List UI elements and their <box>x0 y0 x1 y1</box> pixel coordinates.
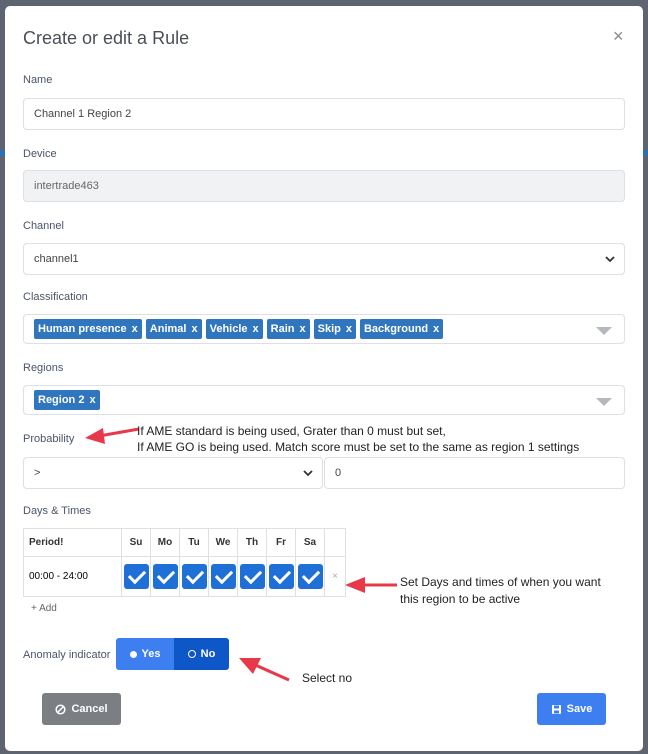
day-cell <box>121 556 151 597</box>
channel-label: Channel <box>23 220 64 232</box>
regions-label: Regions <box>23 362 64 374</box>
tag-label: Skip <box>317 323 341 335</box>
classification-label: Classification <box>23 291 88 303</box>
anomaly-note: Select no <box>302 671 353 685</box>
cancel-icon <box>55 703 67 715</box>
days-times-note-line2: this region to be active <box>400 592 521 606</box>
channel-select[interactable]: channel1 <box>23 243 625 275</box>
chevron-down-icon <box>303 470 313 477</box>
days-times-table: Period! Su Mo Tu We Th Fr Sa 00:00 - 24:… <box>23 528 346 597</box>
checkbox-thursday[interactable] <box>239 564 265 589</box>
anomaly-yes-button[interactable]: Yes <box>116 638 174 670</box>
cancel-button[interactable]: Cancel <box>42 693 121 725</box>
tag-label: Rain <box>270 323 295 335</box>
remove-tag-icon[interactable]: x <box>253 323 259 335</box>
probability-value: 0 <box>335 467 342 479</box>
day-header: Su <box>121 528 151 557</box>
yes-label: Yes <box>141 648 161 660</box>
day-cell <box>266 556 296 597</box>
modal-title: Create or edit a Rule <box>23 28 190 48</box>
name-input[interactable]: Channel 1 Region 2 <box>23 98 625 130</box>
probability-note-line1: If AME standard is being used, Grater th… <box>137 424 446 438</box>
tag-label: Region 2 <box>38 394 85 406</box>
day-cell <box>179 556 209 597</box>
tag-vehicle[interactable]: Vehicle x <box>205 319 263 339</box>
name-value: Channel 1 Region 2 <box>34 108 132 120</box>
tag-rain[interactable]: Rain x <box>266 319 310 339</box>
table-row: 00:00 - 24:00 × <box>23 556 346 597</box>
anomaly-no-button[interactable]: No <box>174 638 229 670</box>
day-header: Fr <box>266 528 296 557</box>
dropdown-caret-icon[interactable] <box>596 327 612 335</box>
tag-label: Background <box>363 323 429 335</box>
radio-dot-icon <box>129 650 137 658</box>
no-label: No <box>200 648 216 660</box>
remove-tag-icon[interactable]: x <box>132 323 138 335</box>
checkbox-monday[interactable] <box>152 564 178 589</box>
close-icon[interactable]: × <box>613 26 624 47</box>
remove-tag-icon[interactable]: x <box>89 394 95 406</box>
channel-value: channel1 <box>34 253 79 265</box>
remove-tag-icon[interactable]: x <box>346 323 352 335</box>
probability-value-input[interactable]: 0 <box>324 457 625 489</box>
day-header: Mo <box>150 528 180 557</box>
tag-animal[interactable]: Animal x <box>145 319 202 339</box>
arrow-icon <box>345 577 397 593</box>
day-header: Th <box>237 528 267 557</box>
checkbox-sunday[interactable] <box>123 564 149 589</box>
device-value: intertrade463 <box>34 180 99 192</box>
radio-ring-icon <box>187 650 196 658</box>
days-times-note-line1: Set Days and times of when you want <box>400 575 601 589</box>
period-cell[interactable]: 00:00 - 24:00 <box>23 556 122 597</box>
day-cell <box>150 556 180 597</box>
tag-label: Human presence <box>38 323 127 335</box>
tag-skip[interactable]: Skip x <box>313 319 356 339</box>
remove-tag-icon[interactable]: x <box>299 323 305 335</box>
arrow-icon <box>85 427 140 444</box>
day-header: Sa <box>295 528 325 557</box>
device-label: Device <box>23 148 57 160</box>
day-cell <box>208 556 238 597</box>
empty-header <box>324 528 346 557</box>
device-input: intertrade463 <box>23 170 625 202</box>
tag-human-presence[interactable]: Human presence x <box>34 319 142 339</box>
save-button[interactable]: Save <box>537 693 606 725</box>
probability-note-line2: If AME GO is being used. Match score mus… <box>137 440 580 454</box>
tag-label: Animal <box>149 323 187 335</box>
classification-multiselect[interactable]: Human presence x Animal x Vehicle x Rain x S… <box>23 314 625 344</box>
checkbox-tuesday[interactable] <box>181 564 207 589</box>
rule-modal: Create or edit a Rule × Name Channel 1 R… <box>5 6 643 751</box>
remove-tag-icon[interactable]: x <box>433 323 439 335</box>
add-period-link[interactable]: + Add <box>31 603 57 614</box>
save-label: Save <box>566 703 593 715</box>
day-header: We <box>208 528 238 557</box>
tag-background[interactable]: Background x <box>359 319 444 339</box>
name-label: Name <box>23 74 53 86</box>
chevron-down-icon <box>605 256 615 263</box>
remove-tag-icon[interactable]: x <box>191 323 197 335</box>
probability-operator-select[interactable]: > <box>23 457 323 489</box>
anomaly-label: Anomaly indicator <box>23 649 111 661</box>
regions-multiselect[interactable]: Region 2 x <box>23 385 625 415</box>
arrow-icon <box>239 658 290 682</box>
save-icon <box>551 704 561 714</box>
period-header: Period! <box>23 528 122 557</box>
probability-label: Probability <box>23 433 75 445</box>
checkbox-saturday[interactable] <box>297 564 323 589</box>
checkbox-friday[interactable] <box>268 564 294 589</box>
checkbox-wednesday[interactable] <box>210 564 236 589</box>
cancel-label: Cancel <box>71 703 108 715</box>
tag-region-2[interactable]: Region 2 x <box>34 390 100 410</box>
operator-value: > <box>34 467 41 479</box>
dropdown-caret-icon[interactable] <box>596 398 612 406</box>
day-cell <box>295 556 325 597</box>
day-header: Tu <box>179 528 209 557</box>
table-header-row: Period! Su Mo Tu We Th Fr Sa <box>23 528 346 557</box>
day-cell <box>237 556 267 597</box>
days-times-label: Days & Times <box>23 505 91 517</box>
tag-label: Vehicle <box>209 323 248 335</box>
